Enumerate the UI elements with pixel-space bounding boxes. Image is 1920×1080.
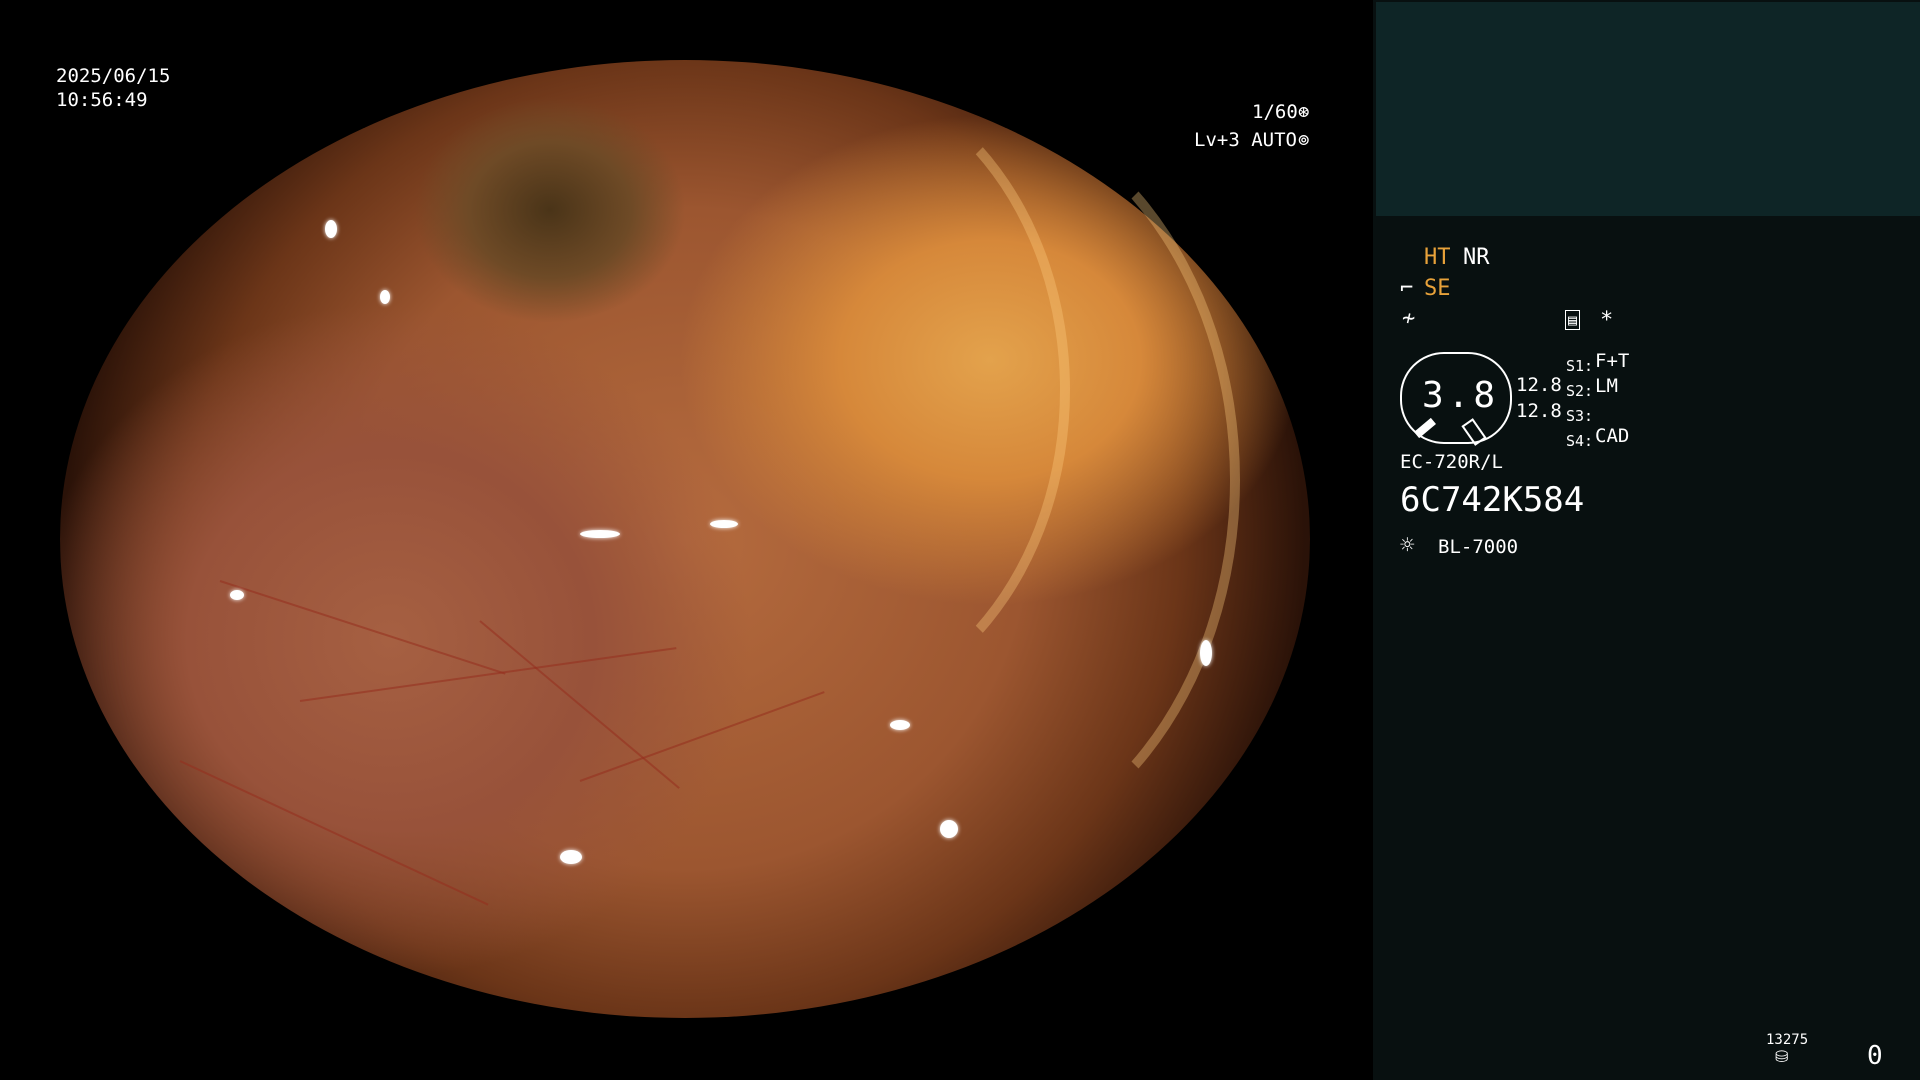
nr-mode-label: NR (1463, 245, 1490, 270)
time-label: 10:56:49 (56, 89, 148, 111)
specular-glint (230, 590, 244, 600)
scope-serial-label: 6C742K584 (1400, 480, 1585, 520)
shutter-icon: ⊛ (1298, 101, 1310, 123)
light-icon: ☼ (1400, 531, 1415, 559)
date-label: 2025/06/15 (56, 65, 171, 87)
specular-glint (380, 290, 390, 304)
counter-small-label: 13275 (1766, 1032, 1809, 1048)
specular-glint (325, 220, 337, 238)
iris-icon: ⊚ (1298, 129, 1310, 151)
disk-icon: ⛁ (1775, 1047, 1789, 1066)
value-top: 12.8 (1516, 374, 1562, 396)
scope-model-label: EC-720R/L (1400, 451, 1503, 473)
s4-value: CAD (1595, 425, 1630, 447)
mucosal-fold (620, 90, 1240, 870)
light-source-label: BL-7000 (1438, 536, 1519, 558)
s3-key: S3: (1566, 407, 1594, 425)
s2-key: S2: (1566, 382, 1594, 400)
specular-glint (940, 820, 958, 838)
vessel (179, 760, 489, 906)
specular-glint (560, 850, 582, 864)
se-mode-label: SE (1424, 276, 1451, 301)
s1-key: S1: (1566, 357, 1594, 375)
specular-glint (890, 720, 910, 730)
vessel (219, 580, 506, 675)
specular-glint (710, 520, 738, 528)
value-bottom: 12.8 (1516, 400, 1562, 422)
s1-value: F+T (1595, 350, 1630, 372)
specular-glint (580, 530, 620, 538)
frame-counter: 0 (1867, 1041, 1883, 1071)
zoom-value: 3.8 (1422, 375, 1500, 416)
shutter-label: 1/60 (1252, 101, 1298, 123)
freeze-icon: ≁ (1402, 306, 1416, 331)
asterisk-label: * (1600, 308, 1614, 333)
se-icon: ⌐ (1400, 276, 1414, 301)
record-icon: ▤ (1565, 310, 1581, 330)
endoscopic-image (60, 60, 1310, 1018)
s4-key: S4: (1566, 432, 1594, 450)
specular-glint (1200, 640, 1212, 666)
s2-value: LM (1595, 375, 1618, 397)
thumbnail-area (1376, 2, 1920, 216)
vessel (299, 647, 677, 702)
exposure-level-label: Lv+3 AUTO (1194, 129, 1297, 151)
endoscope-video-area: 2025/06/15 10:56:49 1/60 ⊛ Lv+3 AUTO ⊚ (0, 0, 1373, 1080)
ht-mode-label: HT (1424, 245, 1451, 270)
